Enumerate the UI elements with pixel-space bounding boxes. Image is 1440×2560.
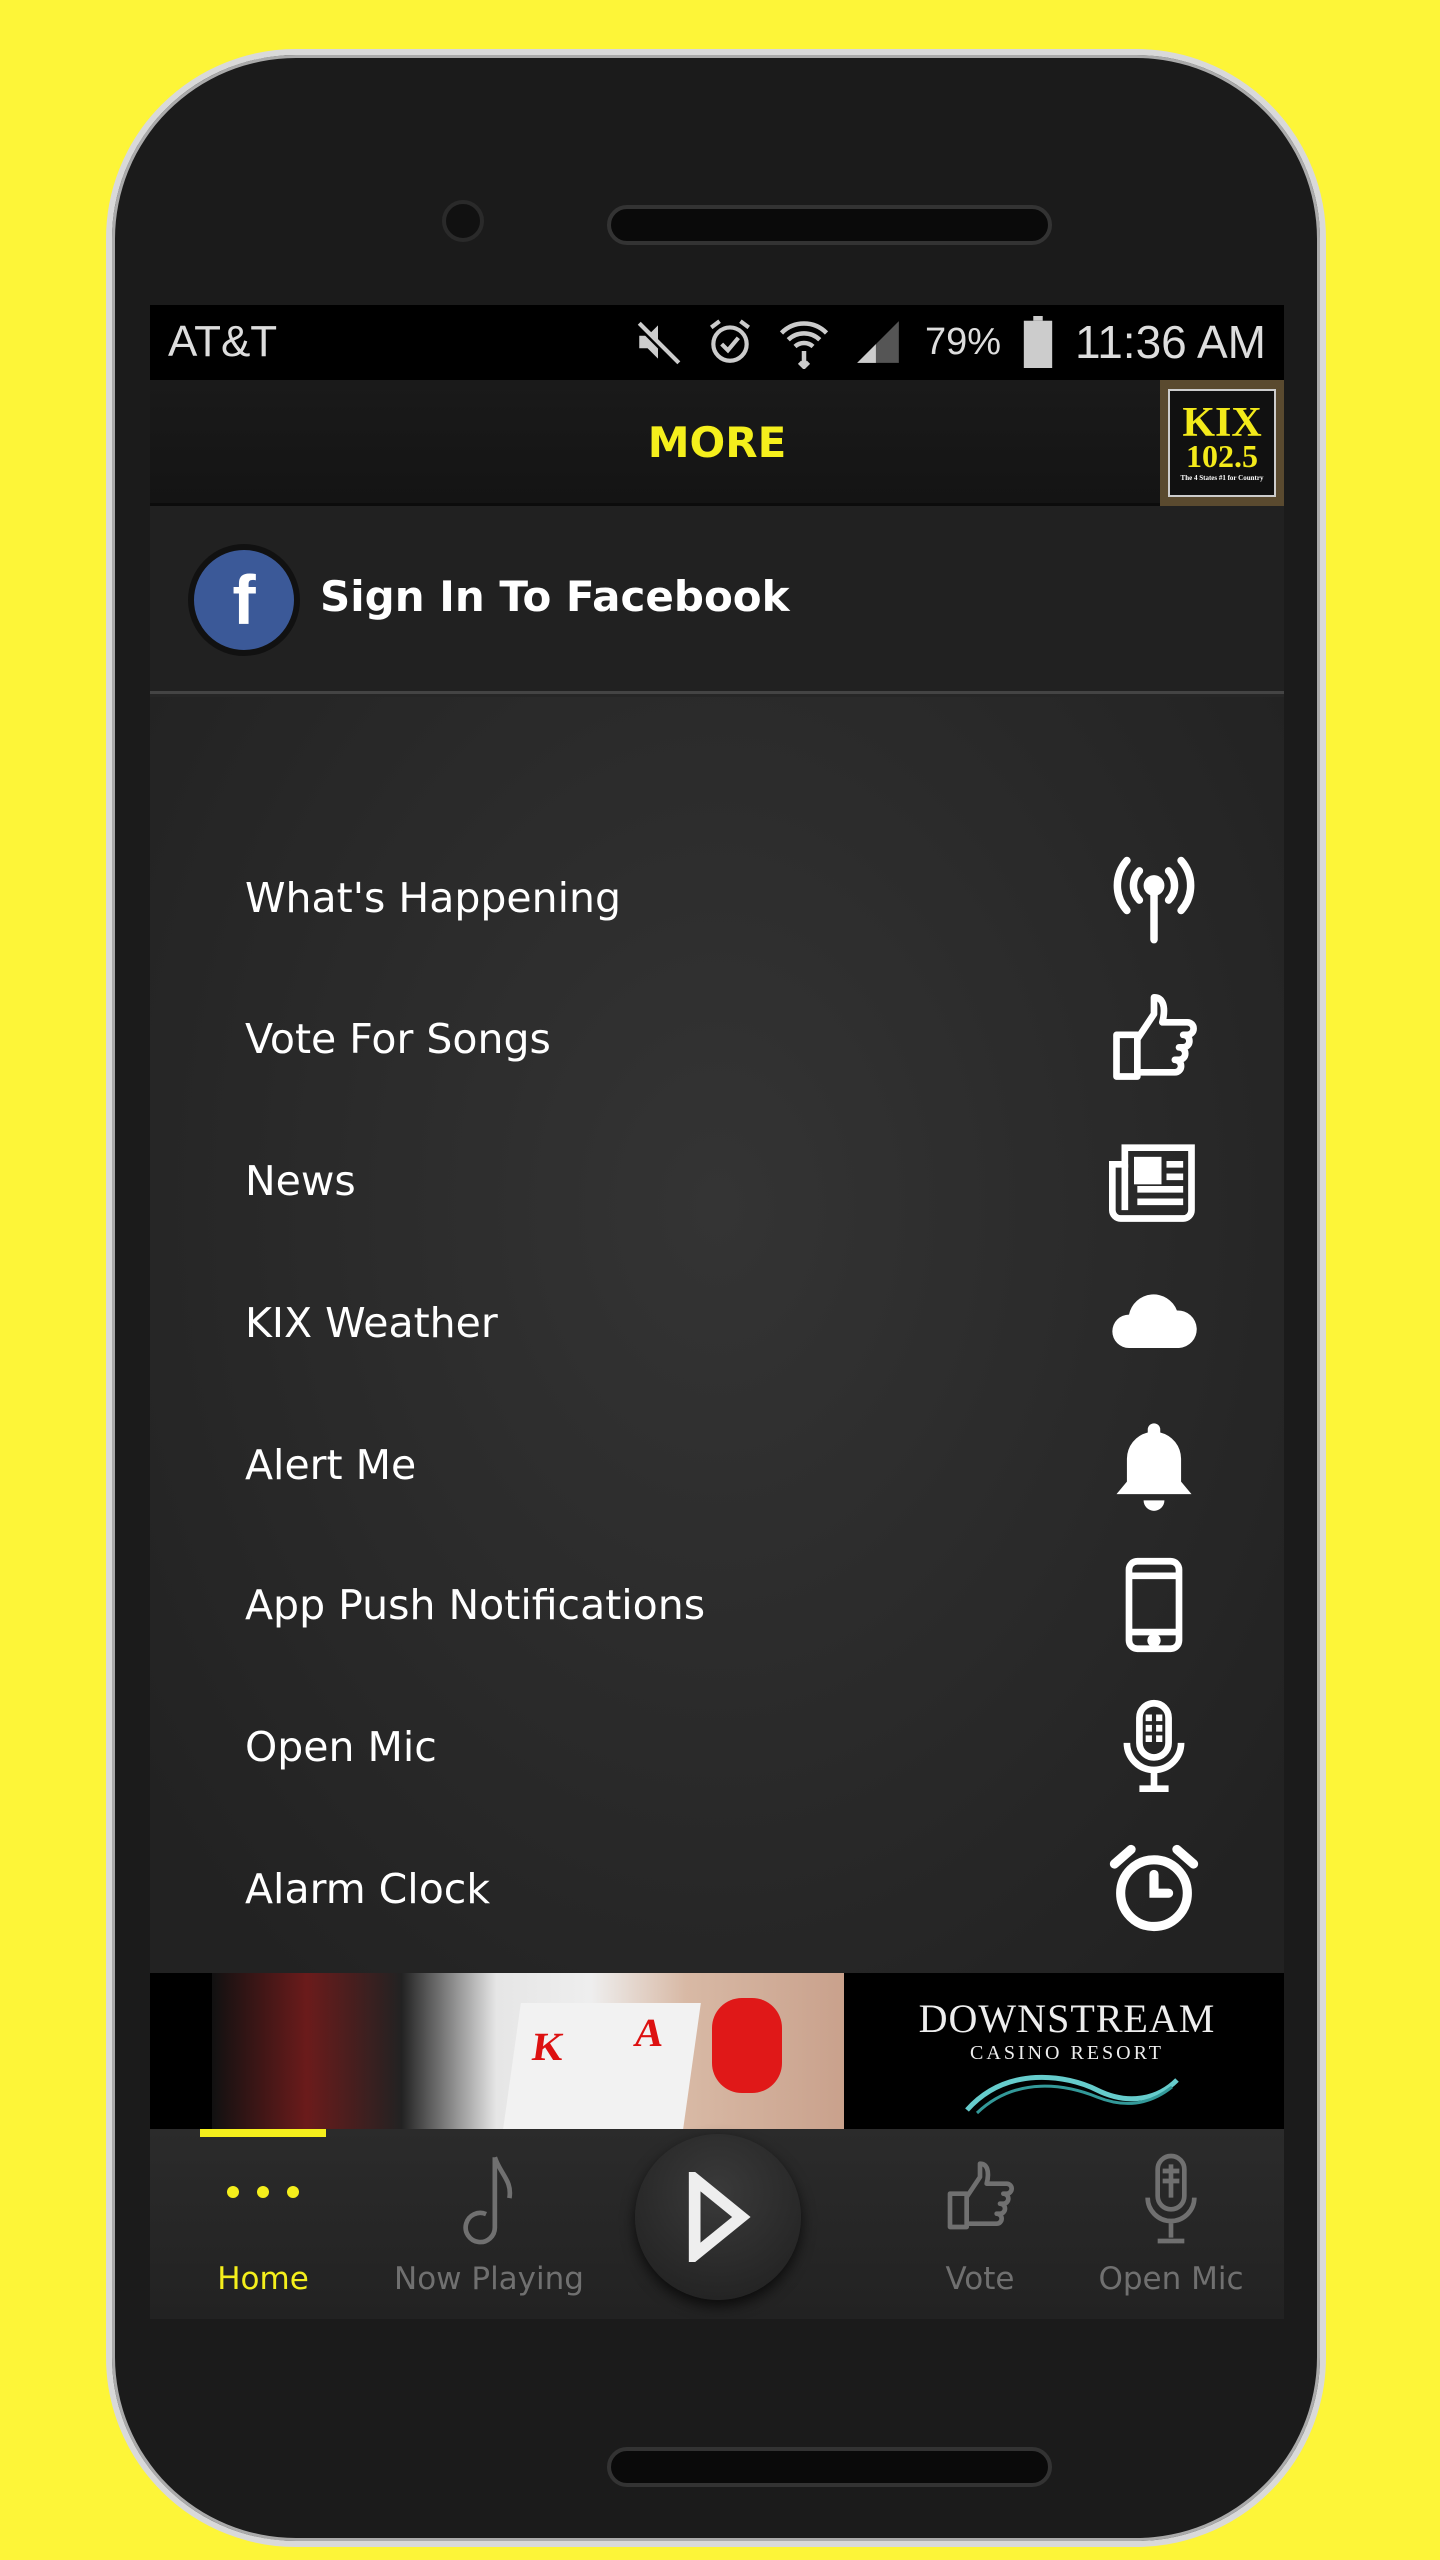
menu-item-vote-for-songs[interactable]: Vote For Songs bbox=[245, 979, 1204, 1099]
menu-item-label: Open Mic bbox=[245, 1723, 437, 1771]
menu-item-label: App Push Notifications bbox=[245, 1581, 706, 1629]
menu-item-label: What's Happening bbox=[245, 874, 622, 922]
alarm-clock-icon bbox=[1109, 1844, 1199, 1932]
bottom-speaker bbox=[607, 2447, 1052, 2487]
wifi-icon bbox=[779, 321, 829, 369]
menu-item-open-mic[interactable]: Open Mic bbox=[245, 1687, 1204, 1807]
play-button[interactable] bbox=[635, 2134, 801, 2300]
cloud-icon bbox=[1112, 1294, 1197, 1348]
ad-banner[interactable]: K A DOWNSTREAM CASINO RESORT bbox=[150, 1973, 1284, 2129]
ad-subtitle: CASINO RESORT bbox=[970, 2042, 1164, 2064]
nav-open-mic[interactable]: Open Mic bbox=[1058, 2129, 1284, 2319]
earpiece-speaker bbox=[607, 205, 1052, 245]
menu-list: What's Happening Vote For Songs News KIX… bbox=[150, 697, 1284, 1973]
menu-item-app-push-notifications[interactable]: App Push Notifications bbox=[245, 1545, 1204, 1665]
nav-label: Open Mic bbox=[1098, 2261, 1244, 2297]
facebook-sign-in-button[interactable]: f Sign In To Facebook bbox=[150, 506, 1284, 694]
logo-line1: KIX bbox=[1182, 399, 1262, 446]
thumbs-up-icon bbox=[947, 2161, 1014, 2230]
bell-icon bbox=[1116, 1423, 1192, 1511]
carrier: AT&T bbox=[168, 317, 278, 366]
menu-item-label: Alarm Clock bbox=[245, 1865, 491, 1913]
alarm-icon bbox=[709, 319, 750, 363]
menu-item-kix-weather[interactable]: KIX Weather bbox=[245, 1263, 1204, 1383]
front-camera bbox=[442, 200, 484, 242]
menu-item-alarm-clock[interactable]: Alarm Clock bbox=[245, 1829, 1204, 1949]
bottom-nav: Home Now Playing Vote Open Mic bbox=[150, 2129, 1284, 2319]
ad-image: K A bbox=[212, 1973, 844, 2129]
menu-item-whats-happening[interactable]: What's Happening bbox=[245, 838, 1204, 958]
menu-item-label: KIX Weather bbox=[245, 1299, 498, 1347]
nav-home[interactable]: Home bbox=[150, 2129, 376, 2319]
status-bar: AT&T 79% 11:36 AM bbox=[150, 305, 1284, 380]
battery-icon bbox=[1023, 316, 1053, 368]
page-title: MORE bbox=[647, 418, 787, 467]
nav-now-playing[interactable]: Now Playing bbox=[376, 2129, 602, 2319]
menu-item-label: Alert Me bbox=[245, 1441, 417, 1489]
card-ace: A bbox=[631, 2010, 667, 2055]
more-dots-icon bbox=[227, 2186, 299, 2198]
play-icon bbox=[688, 2172, 751, 2262]
ad-brand: DOWNSTREAM bbox=[918, 1996, 1216, 2041]
battery-percent: 79% bbox=[924, 320, 1002, 363]
playing-card: K A bbox=[503, 2003, 701, 2129]
menu-item-label: News bbox=[245, 1157, 356, 1205]
app-screen: AT&T 79% 11:36 AM MORE KIX 102.5 The 4 S… bbox=[150, 305, 1284, 2319]
station-logo: KIX 102.5 The 4 States #1 for Country bbox=[1160, 380, 1284, 506]
microphone-icon bbox=[1145, 2153, 1197, 2244]
music-note-icon bbox=[463, 2156, 513, 2245]
nav-label: Now Playing bbox=[394, 2261, 584, 2297]
phone-icon bbox=[1125, 1557, 1183, 1653]
signal-icon bbox=[857, 321, 899, 363]
facebook-sign-in-label: Sign In To Facebook bbox=[320, 572, 790, 621]
app-header: MORE KIX 102.5 The 4 States #1 for Count… bbox=[150, 380, 1284, 506]
microphone-icon bbox=[1123, 1699, 1185, 1792]
facebook-icon: f bbox=[188, 544, 300, 656]
active-tab-indicator bbox=[200, 2129, 326, 2137]
card-king: K bbox=[529, 2024, 568, 2069]
thumbs-up-icon bbox=[1113, 994, 1197, 1080]
ad-logo: DOWNSTREAM CASINO RESORT bbox=[850, 1995, 1284, 2120]
fingernail bbox=[712, 1998, 782, 2093]
menu-item-label: Vote For Songs bbox=[245, 1015, 551, 1063]
menu-item-alert-me[interactable]: Alert Me bbox=[245, 1405, 1204, 1525]
logo-tagline: The 4 States #1 for Country bbox=[1180, 474, 1264, 483]
newspaper-icon bbox=[1109, 1144, 1195, 1222]
menu-item-news[interactable]: News bbox=[245, 1121, 1204, 1241]
nav-label: Home bbox=[217, 2261, 309, 2297]
broadcast-icon bbox=[1113, 856, 1195, 944]
mute-icon bbox=[634, 321, 682, 367]
clock: 11:36 AM bbox=[1075, 316, 1266, 368]
logo-line2: 102.5 bbox=[1186, 438, 1258, 475]
wave-logo-icon bbox=[965, 2074, 1179, 2115]
